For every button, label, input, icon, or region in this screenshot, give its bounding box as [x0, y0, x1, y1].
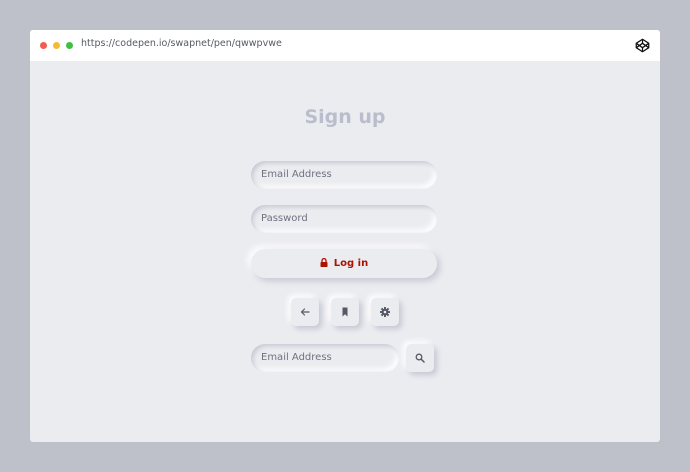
address-bar-url[interactable]: https://codepen.io/swapnet/pen/qwwpvwe — [81, 38, 282, 49]
maximize-window-dot[interactable] — [66, 42, 73, 49]
codepen-icon[interactable] — [635, 38, 650, 53]
back-button[interactable] — [291, 298, 319, 326]
browser-window: https://codepen.io/swapnet/pen/qwwpvwe S… — [30, 30, 660, 442]
close-window-dot[interactable] — [40, 42, 47, 49]
search-button[interactable] — [406, 344, 434, 372]
email-field[interactable]: Email Address — [251, 161, 437, 189]
login-button[interactable]: Log in — [251, 249, 437, 278]
settings-button[interactable] — [371, 298, 399, 326]
login-label: Log in — [333, 258, 369, 269]
bookmark-button[interactable] — [331, 298, 359, 326]
password-field[interactable]: Password — [251, 205, 437, 233]
page-title: Sign up — [304, 106, 386, 128]
search-icon — [415, 353, 425, 363]
minimize-window-dot[interactable] — [53, 42, 60, 49]
bookmark-icon — [342, 307, 348, 317]
lock-icon — [320, 257, 328, 267]
arrow-left-icon — [300, 308, 310, 316]
browser-titlebar: https://codepen.io/swapnet/pen/qwwpvwe — [30, 30, 660, 61]
email-search-field[interactable]: Email Address — [251, 344, 399, 372]
gear-icon — [380, 307, 390, 317]
